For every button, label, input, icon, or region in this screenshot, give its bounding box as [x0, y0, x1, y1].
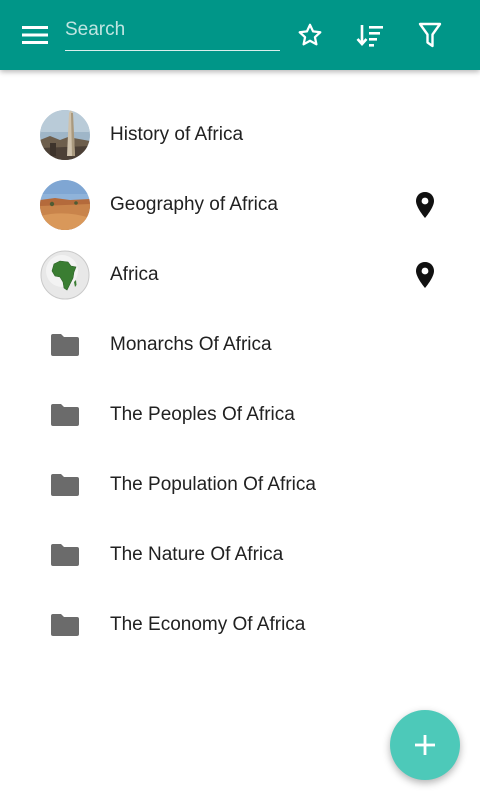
add-button[interactable] — [390, 710, 460, 780]
list-item[interactable]: History of Africa — [0, 100, 480, 170]
list-item[interactable]: Africa — [0, 240, 480, 310]
folder-icon — [51, 614, 79, 636]
folder-icon — [51, 334, 79, 356]
list-item[interactable]: The Peoples Of Africa — [0, 380, 480, 450]
list-item-label: The Population Of Africa — [110, 474, 316, 495]
sort-button[interactable] — [348, 0, 392, 70]
history-thumbnail — [40, 110, 90, 160]
list-item[interactable]: Geography of Africa — [0, 170, 480, 240]
location-pin-icon[interactable] — [413, 191, 437, 219]
location-pin-icon[interactable] — [413, 261, 437, 289]
geography-thumbnail — [40, 180, 90, 230]
folder-icon — [51, 544, 79, 566]
app-bar — [0, 0, 480, 70]
list-item-label: Africa — [110, 264, 159, 285]
list-item-label: The Nature Of Africa — [110, 544, 284, 565]
list-item-label: The Peoples Of Africa — [110, 404, 295, 425]
filter-icon — [418, 22, 442, 48]
list-item[interactable]: The Nature Of Africa — [0, 520, 480, 590]
list-item-label: History of Africa — [110, 124, 244, 145]
folder-icon — [51, 474, 79, 496]
list-item[interactable]: The Population Of Africa — [0, 450, 480, 520]
africa-globe-thumbnail — [40, 250, 90, 300]
folder-icon — [51, 404, 79, 426]
list-item-label: Geography of Africa — [110, 194, 278, 215]
list-item-label: The Economy Of Africa — [110, 614, 306, 635]
search-input[interactable] — [65, 14, 280, 46]
filter-button[interactable] — [408, 0, 452, 70]
search-field[interactable] — [65, 14, 280, 51]
star-outline-icon — [298, 23, 322, 46]
list-item[interactable]: The Economy Of Africa — [0, 590, 480, 660]
list-item-label: Monarchs Of Africa — [110, 334, 272, 355]
category-list: History of Africa Geography of Africa Af… — [0, 100, 480, 660]
list-item[interactable]: Monarchs Of Africa — [0, 310, 480, 380]
menu-button[interactable] — [14, 0, 56, 70]
favorites-button[interactable] — [288, 0, 332, 70]
menu-icon — [22, 26, 48, 44]
sort-icon — [356, 25, 383, 47]
plus-icon — [415, 735, 435, 755]
